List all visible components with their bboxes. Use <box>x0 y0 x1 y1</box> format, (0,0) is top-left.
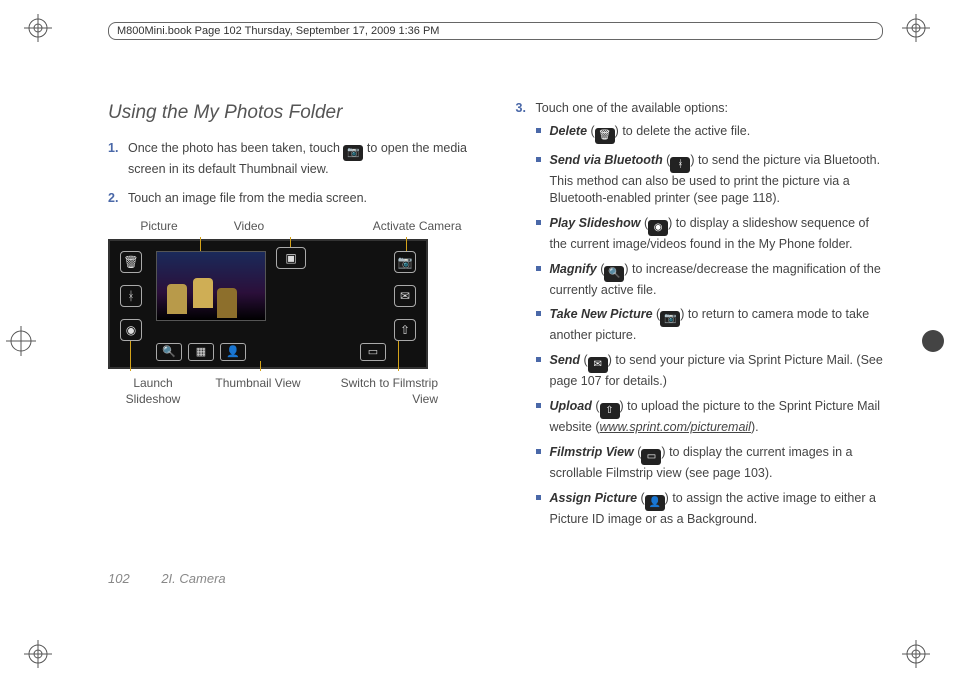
bluetooth-icon: ᚼ <box>670 157 690 173</box>
option-name: Send via Bluetooth <box>550 153 663 167</box>
upload-icon: ⇧ <box>600 403 620 419</box>
camera-icon: 📷 <box>343 145 363 161</box>
callout-line <box>406 237 407 251</box>
diagram-top-labels: Picture Video Activate Camera <box>108 218 476 238</box>
step-3-intro: Touch one of the available options: <box>536 101 729 115</box>
step-3: Touch one of the available options: Dele… <box>516 100 884 528</box>
paren: ) <box>661 445 669 459</box>
callout-line <box>398 341 399 371</box>
option-play-slideshow: Play Slideshow (◉) to display a slidesho… <box>536 215 884 253</box>
page-header-slug: M800Mini.book Page 102 Thursday, Septemb… <box>108 22 883 40</box>
paren: ) <box>620 399 628 413</box>
camera-icon: 📷 <box>660 311 680 327</box>
step-1-text-a: Once the photo has been taken, touch <box>128 141 343 155</box>
magnify-icon: 🔍 <box>604 266 624 282</box>
play-slideshow-icon: ◉ <box>648 220 668 236</box>
registration-mark-top-left <box>24 14 52 42</box>
option-name: Delete <box>550 124 588 138</box>
diagram-bottom-labels: Launch Slideshow Thumbnail View Switch t… <box>108 369 438 407</box>
option-send-bluetooth: Send via Bluetooth (ᚼ) to send the pictu… <box>536 152 884 207</box>
option-take-new-picture: Take New Picture (📷) to return to camera… <box>536 306 884 344</box>
option-name: Assign Picture <box>550 491 638 505</box>
option-magnify: Magnify (🔍) to increase/decrease the mag… <box>536 261 884 299</box>
step-1: Once the photo has been taken, touch 📷 t… <box>108 140 476 178</box>
option-upload: Upload (⇧) to upload the picture to the … <box>536 398 884 436</box>
label-picture: Picture <box>114 218 204 234</box>
camera-mode-icon: 📷 <box>394 251 416 273</box>
option-name: Upload <box>550 399 592 413</box>
option-name: Play Slideshow <box>550 216 641 230</box>
label-video: Video <box>204 218 294 234</box>
paren: ( <box>634 445 642 459</box>
option-name: Take New Picture <box>550 307 653 321</box>
paren: ) <box>624 262 632 276</box>
option-name: Send <box>550 353 581 367</box>
crop-mark-left <box>6 326 36 356</box>
page-number: 102 <box>108 571 130 586</box>
option-name: Filmstrip View <box>550 445 634 459</box>
upload-icon: ⇧ <box>394 319 416 341</box>
paren: ) <box>668 216 676 230</box>
bluetooth-icon: ᚼ <box>120 285 142 307</box>
option-desc: to delete the active file. <box>622 124 750 138</box>
page-footer: 102 2I. Camera <box>108 571 226 586</box>
paren: ( <box>653 307 661 321</box>
callout-line <box>290 237 291 247</box>
callout-line <box>130 341 131 371</box>
step-2: Touch an image file from the media scree… <box>108 190 476 207</box>
column-right: Touch one of the available options: Dele… <box>516 100 884 540</box>
section-label: 2I. Camera <box>161 571 225 586</box>
upload-url: www.sprint.com/picturemail <box>600 420 751 434</box>
registration-mark-bottom-left <box>24 640 52 668</box>
label-switch-filmstrip: Switch to Filmstrip View <box>318 375 438 407</box>
delete-icon: 🗑 <box>120 251 142 273</box>
mail-icon: ✉ <box>394 285 416 307</box>
thumbnail-grid-icon: ▦ <box>188 343 214 361</box>
delete-icon: 🗑 <box>595 128 615 144</box>
filmstrip-icon: ▭ <box>641 449 661 465</box>
option-filmstrip-view: Filmstrip View (▭) to display the curren… <box>536 444 884 482</box>
paren: ( <box>637 491 645 505</box>
assign-icon: 👤 <box>220 343 246 361</box>
video-icon: ▣ <box>276 247 306 269</box>
option-send: Send (✉) to send your picture via Sprint… <box>536 352 884 390</box>
paren: ) <box>680 307 688 321</box>
filmstrip-icon: ▭ <box>360 343 386 361</box>
label-thumbnail-view: Thumbnail View <box>198 375 318 407</box>
callout-line <box>260 361 261 371</box>
photo-thumbnail <box>156 251 266 321</box>
option-desc-b: ). <box>751 420 759 434</box>
paren: ( <box>641 216 649 230</box>
paren: ( <box>592 399 600 413</box>
paren: ) <box>690 153 698 167</box>
column-left: Using the My Photos Folder Once the phot… <box>108 100 476 540</box>
mail-icon: ✉ <box>588 357 608 373</box>
option-name: Magnify <box>550 262 597 276</box>
bottom-icon-bar: 🔍 ▦ 👤 ▭ <box>156 343 386 361</box>
page-content: Using the My Photos Folder Once the phot… <box>108 100 883 540</box>
callout-line <box>200 237 201 251</box>
paren: ( <box>580 353 588 367</box>
paren: ( <box>663 153 671 167</box>
magnify-icon: 🔍 <box>156 343 182 361</box>
registration-mark-bottom-right <box>902 640 930 668</box>
label-launch-slideshow: Launch Slideshow <box>108 375 198 407</box>
registration-mark-top-right <box>902 14 930 42</box>
thumbnail-view-diagram: Picture Video Activate Camera ▣ 🗑 ᚼ ◉ 📷 … <box>108 218 476 407</box>
crop-mark-right <box>918 326 948 356</box>
option-assign-picture: Assign Picture (👤) to assign the active … <box>536 490 884 528</box>
play-slideshow-icon: ◉ <box>120 319 142 341</box>
section-title: Using the My Photos Folder <box>108 100 476 126</box>
label-activate-camera: Activate Camera <box>294 218 470 234</box>
paren: ( <box>587 124 595 138</box>
paren: ( <box>597 262 605 276</box>
phone-screen-mock: ▣ 🗑 ᚼ ◉ 📷 ✉ ⇧ 🔍 ▦ 👤 ▭ <box>108 239 428 369</box>
assign-icon: 👤 <box>645 495 665 511</box>
option-delete: Delete (🗑) to delete the active file. <box>536 123 884 144</box>
